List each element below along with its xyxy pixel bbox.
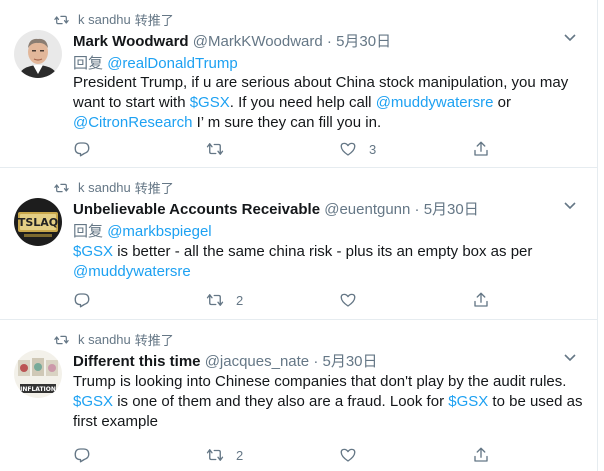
tweet-unbelievable-accounts-receivable[interactable]: k sandhu 转推了 TSLAQ Unbelievable Accounts…: [0, 168, 598, 320]
share-icon: [474, 292, 488, 307]
cashtag-link[interactable]: $GSX: [448, 393, 488, 410]
like-button[interactable]: [339, 291, 472, 309]
retweet-icon: [206, 294, 224, 306]
cashtag-link[interactable]: $GSX: [73, 393, 113, 410]
like-icon: [340, 142, 356, 156]
retweeter-name[interactable]: k sandhu: [78, 332, 131, 347]
retweet-context: k sandhu 转推了: [54, 330, 174, 349]
retweet-label: 转推了: [134, 13, 174, 28]
display-name[interactable]: Mark Woodward: [73, 33, 189, 50]
like-count: 3: [369, 141, 377, 157]
reply-to-link[interactable]: @markbspiegel: [107, 223, 211, 240]
caret-down-icon[interactable]: [564, 202, 576, 210]
retweet-button[interactable]: 2: [206, 291, 339, 309]
avatar-sign-text: TSLAQ: [18, 216, 58, 229]
tweet-actions: 3: [73, 140, 604, 158]
retweet-button[interactable]: 2: [206, 446, 339, 464]
cashtag-link[interactable]: $GSX: [190, 94, 230, 111]
retweet-icon: [54, 335, 69, 344]
reply-button[interactable]: [73, 140, 206, 158]
avatar[interactable]: INFLATION: [14, 350, 62, 398]
text-segment: I’ m sure they can fill you in.: [192, 114, 382, 131]
cashtag-link[interactable]: $GSX: [73, 243, 113, 260]
reply-prefix: 回复: [73, 223, 104, 240]
tweet-actions: 2: [73, 291, 604, 309]
retweet-count: 2: [236, 292, 244, 308]
retweet-context: k sandhu 转推了: [54, 10, 174, 29]
avatar[interactable]: TSLAQ: [14, 198, 62, 246]
share-button[interactable]: [472, 291, 604, 309]
user-handle[interactable]: @jacques_nate: [205, 353, 309, 370]
mention-link[interactable]: @muddywatersre: [376, 94, 494, 111]
like-icon: [340, 293, 356, 307]
timeline-feed: k sandhu 转推了 Mark Woodward @MarkKWoodwar…: [0, 0, 598, 471]
share-button[interactable]: [472, 140, 604, 158]
tweet-header: Mark Woodward @MarkKWoodward · 5月30日: [73, 30, 391, 51]
tweet-mark-woodward[interactable]: k sandhu 转推了 Mark Woodward @MarkKWoodwar…: [0, 0, 598, 168]
replying-to: 回复 @markbspiegel: [73, 220, 212, 241]
tweet-header: Different this time @jacques_nate · 5月30…: [73, 350, 378, 371]
reply-icon: [74, 448, 90, 463]
tweet-header: Unbelievable Accounts Receivable @euentg…: [73, 198, 479, 219]
retweeter-name[interactable]: k sandhu: [78, 180, 131, 195]
tweet-date[interactable]: 5月30日: [424, 201, 479, 218]
user-handle[interactable]: @euentgunn: [324, 201, 410, 218]
reply-to-link[interactable]: @realDonaldTrump: [107, 55, 238, 72]
avatar-badge-text: INFLATION: [20, 386, 56, 393]
retweet-icon: [206, 449, 224, 461]
caret-down-icon[interactable]: [564, 354, 576, 362]
retweet-label: 转推了: [134, 181, 174, 196]
text-segment: is one of them and they also are a fraud…: [113, 393, 449, 410]
text-segment: is better - all the same china risk - pl…: [113, 243, 533, 260]
display-name[interactable]: Different this time: [73, 353, 201, 370]
user-handle[interactable]: @MarkKWoodward: [193, 33, 323, 50]
separator-dot: ·: [414, 201, 420, 218]
share-icon: [474, 141, 488, 156]
text-segment: Trump is looking into Chinese companies …: [73, 373, 567, 390]
retweet-icon: [54, 183, 69, 192]
tweet-date[interactable]: 5月30日: [336, 33, 391, 50]
like-button[interactable]: [339, 446, 472, 464]
mention-link[interactable]: @CitronResearch: [73, 114, 192, 131]
reply-prefix: 回复: [73, 55, 104, 72]
tweet-text: President Trump, if u are serious about …: [73, 73, 583, 133]
retweeter-name[interactable]: k sandhu: [78, 12, 131, 27]
tweet-different-this-time[interactable]: k sandhu 转推了 INFLATION Different this ti…: [0, 320, 598, 471]
caret-down-icon[interactable]: [564, 34, 576, 42]
retweet-label: 转推了: [134, 333, 174, 348]
replying-to: 回复 @realDonaldTrump: [73, 52, 238, 73]
reply-icon: [74, 293, 90, 308]
like-button[interactable]: 3: [339, 140, 472, 158]
separator-dot: ·: [326, 33, 332, 50]
retweet-icon: [54, 15, 69, 24]
text-segment: . If you need help call: [229, 94, 376, 111]
display-name[interactable]: Unbelievable Accounts Receivable: [73, 201, 320, 218]
tweet-text: Trump is looking into Chinese companies …: [73, 372, 583, 432]
like-icon: [340, 448, 356, 462]
share-button[interactable]: [472, 446, 604, 464]
avatar[interactable]: [14, 30, 62, 78]
reply-icon: [74, 142, 90, 157]
separator-dot: ·: [313, 353, 319, 370]
tweet-date[interactable]: 5月30日: [323, 353, 378, 370]
tweet-actions: 2: [73, 446, 604, 464]
retweet-button[interactable]: [206, 140, 339, 158]
retweet-count: 2: [236, 447, 244, 463]
reply-button[interactable]: [73, 291, 206, 309]
share-icon: [474, 447, 488, 462]
text-segment: or: [493, 94, 511, 111]
retweet-icon: [206, 143, 224, 155]
tweet-text: $GSX is better - all the same china risk…: [73, 242, 583, 282]
reply-button[interactable]: [73, 446, 206, 464]
retweet-context: k sandhu 转推了: [54, 178, 174, 197]
mention-link[interactable]: @muddywatersre: [73, 263, 191, 280]
